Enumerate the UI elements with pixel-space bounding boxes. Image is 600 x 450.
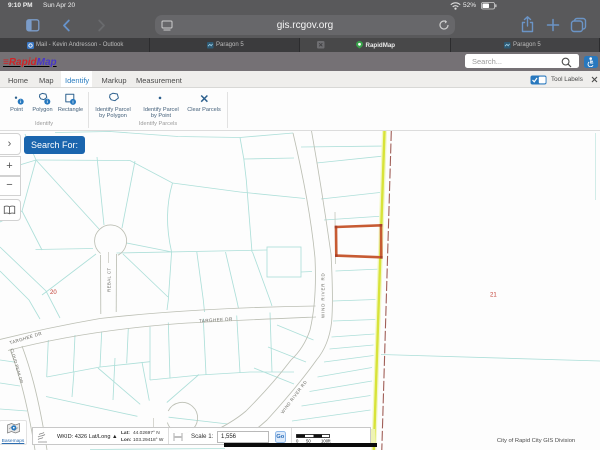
svg-text:20: 20	[50, 290, 57, 296]
svg-text:CLOUD PEAK DR: CLOUD PEAK DR	[10, 348, 25, 384]
svg-text:21: 21	[490, 293, 497, 299]
svg-text:TARGHEE DR: TARGHEE DR	[199, 316, 233, 323]
svg-text:i: i	[20, 99, 21, 104]
svg-text:WIND RIVER RD: WIND RIVER RD	[280, 379, 308, 414]
svg-text:i: i	[72, 100, 73, 105]
svg-text:WIND RIVER RD: WIND RIVER RD	[321, 272, 326, 318]
svg-text:REBAL CT: REBAL CT	[106, 267, 111, 292]
svg-text:i: i	[47, 99, 48, 104]
